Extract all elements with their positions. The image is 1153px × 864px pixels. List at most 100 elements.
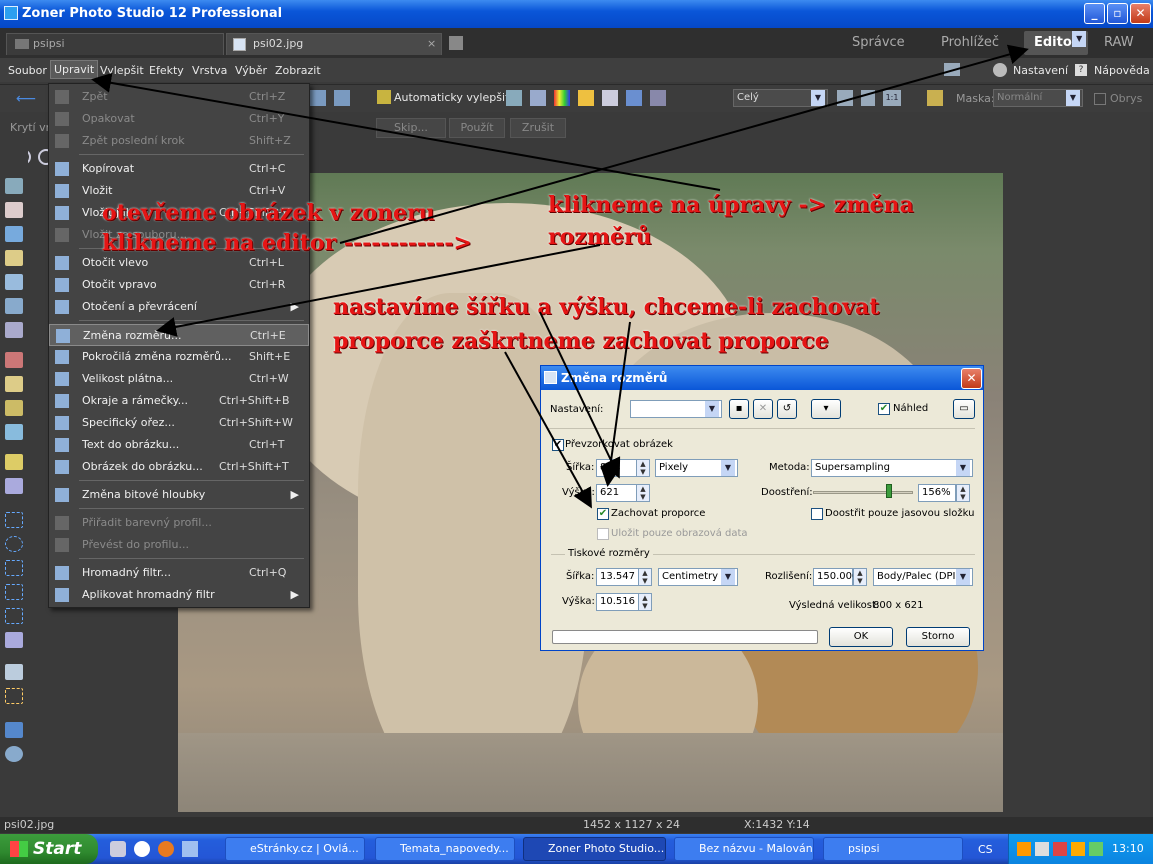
height-spinner[interactable]: ▲ ▼ [636, 484, 650, 502]
menu-item[interactable]: Převést do profilu... [49, 534, 309, 556]
options-menu-icon[interactable]: ▾ [811, 399, 841, 419]
task-psipsi[interactable]: psipsi [823, 837, 963, 861]
menu-item[interactable]: Vložit Ctrl+V [49, 180, 309, 202]
tray-icon[interactable] [1071, 842, 1085, 856]
menu-item[interactable]: Aplikovat hromadný filtr ▶ [49, 584, 309, 606]
invert-select-icon[interactable] [5, 688, 23, 704]
ellipse-select-icon[interactable] [5, 536, 23, 552]
transform-tool-icon[interactable] [5, 322, 23, 338]
zoom-select[interactable]: Celý [733, 89, 828, 107]
perspective-tool-icon[interactable] [5, 274, 23, 290]
tray-icon[interactable] [1053, 842, 1067, 856]
task-malovani[interactable]: Bez názvu - Malování [674, 837, 814, 861]
layout-icon[interactable] [944, 63, 960, 76]
menu-zobrazit[interactable]: Zobrazit [272, 62, 324, 79]
task-estranky[interactable]: eStránky.cz | Ovlá... [225, 837, 365, 861]
menu-item[interactable]: Zpět Ctrl+Z [49, 86, 309, 108]
tab-psi02[interactable]: psi02.jpg × [226, 33, 442, 55]
start-button[interactable]: Start [0, 834, 98, 864]
volume-icon[interactable] [1035, 842, 1049, 856]
tray-icon[interactable] [1017, 842, 1031, 856]
settings-link[interactable]: Nastavení [1010, 62, 1071, 79]
tab-spravce[interactable]: Správce [842, 31, 915, 55]
fit-icon[interactable] [837, 90, 853, 106]
sharpen-slider[interactable] [813, 491, 913, 494]
menu-vyber[interactable]: Výběr [232, 62, 270, 79]
save-only-checkbox[interactable] [597, 528, 609, 540]
resolution-spinner[interactable]: ▲ ▼ [853, 568, 867, 586]
lasso-select-icon[interactable] [5, 560, 23, 576]
tool-icon[interactable] [310, 90, 326, 106]
curves-icon[interactable] [530, 90, 546, 106]
maximize-button[interactable]: ▫ [1107, 3, 1128, 24]
new-tab-icon[interactable] [449, 36, 463, 50]
firefox-icon[interactable] [158, 841, 174, 857]
close-button[interactable]: ✕ [1130, 3, 1151, 24]
crop-tool-icon[interactable] [5, 226, 23, 242]
tool-icon[interactable] [334, 90, 350, 106]
tab-close-icon[interactable]: × [427, 34, 436, 54]
print-width-input[interactable]: 13.547 [596, 568, 639, 586]
navigator-icon[interactable] [5, 746, 23, 762]
unit-select[interactable]: Pixely [655, 459, 738, 477]
reset-icon[interactable]: ↺ [777, 399, 797, 419]
print-height-input[interactable]: 10.516 [596, 593, 639, 611]
menu-item[interactable]: Kopírovat Ctrl+C [49, 158, 309, 180]
width-input[interactable]: 800 [596, 459, 637, 477]
landscape-icon[interactable] [626, 90, 642, 106]
menu-item[interactable]: Hromadný filtr... Ctrl+Q [49, 562, 309, 584]
menu-item[interactable]: Změna rozměrů... Ctrl+E [49, 324, 309, 346]
menu-item[interactable]: Obrázek do obrázku... Ctrl+Shift+T [49, 456, 309, 478]
color-icon[interactable] [554, 90, 570, 106]
menu-upravit[interactable]: Upravit [50, 60, 99, 79]
brush-tool-icon[interactable] [5, 454, 23, 470]
sharpen-input[interactable]: 156% [918, 484, 956, 502]
smart-select-icon[interactable] [5, 608, 23, 624]
menu-efekty[interactable]: Efekty [146, 62, 187, 79]
quicklaunch-icon[interactable] [110, 841, 126, 857]
menu-item[interactable]: Změna bitové hloubky ▶ [49, 484, 309, 506]
straighten-tool-icon[interactable] [5, 250, 23, 266]
menu-vylepsit[interactable]: Vylepšit [97, 62, 147, 79]
outline-checkbox[interactable] [1094, 93, 1106, 105]
magic-select-icon[interactable] [5, 632, 23, 648]
menu-item[interactable]: Pokročilá změna rozměrů... Shift+E [49, 346, 309, 368]
retouch-tool-icon[interactable] [5, 400, 23, 416]
rect-select-icon[interactable] [5, 512, 23, 528]
resolution-input[interactable]: 150.000 [813, 568, 858, 586]
heal-tool-icon[interactable] [5, 424, 23, 440]
menu-item[interactable]: Okraje a rámečky... Ctrl+Shift+B [49, 390, 309, 412]
media-icon[interactable] [134, 841, 150, 857]
desktop-icon[interactable] [182, 841, 198, 857]
polygon-select-icon[interactable] [5, 584, 23, 600]
menu-soubor[interactable]: Soubor [5, 62, 50, 79]
compare-icon[interactable]: ▭ [953, 399, 975, 419]
zoom-tool-icon[interactable] [5, 178, 23, 194]
width-spinner[interactable]: ▲ ▼ [636, 459, 650, 477]
fit-height-icon[interactable] [861, 90, 875, 106]
select-all-icon[interactable] [5, 664, 23, 680]
menu-item[interactable]: Otočit vpravo Ctrl+R [49, 274, 309, 296]
method-select[interactable]: Supersampling [811, 459, 973, 477]
brightness-icon[interactable] [578, 90, 594, 106]
menu-item[interactable]: Opakovat Ctrl+Y [49, 108, 309, 130]
menu-item[interactable]: Zpět poslední krok Shift+Z [49, 130, 309, 152]
step-button[interactable]: Skip... [376, 118, 446, 138]
actual-size-icon[interactable]: 1:1 [883, 90, 901, 106]
sharpen-icon[interactable] [602, 90, 618, 106]
delete-settings-icon[interactable]: ✕ [753, 399, 773, 419]
dialog-close-button[interactable]: ✕ [961, 368, 982, 389]
menu-item[interactable]: Specifický ořez... Ctrl+Shift+W [49, 412, 309, 434]
red-eye-tool-icon[interactable] [5, 352, 23, 368]
task-temata[interactable]: Temata_napovedy... [375, 837, 515, 861]
back-icon[interactable]: ⟵ [16, 91, 36, 107]
ok-button[interactable]: OK [829, 627, 893, 647]
cancel-toolbar-button[interactable]: Zrušit [510, 118, 566, 138]
sharpen-slider-thumb[interactable] [886, 484, 892, 498]
tab-prohlizec[interactable]: Prohlížeč [931, 31, 1009, 55]
menu-item[interactable]: Otočení a převrácení ▶ [49, 296, 309, 318]
print-height-spinner[interactable]: ▲ ▼ [638, 593, 652, 611]
height-input[interactable]: 621 [596, 484, 637, 502]
print-unit-select[interactable]: Centimetry [658, 568, 738, 586]
menu-item[interactable]: Velikost plátna... Ctrl+W [49, 368, 309, 390]
